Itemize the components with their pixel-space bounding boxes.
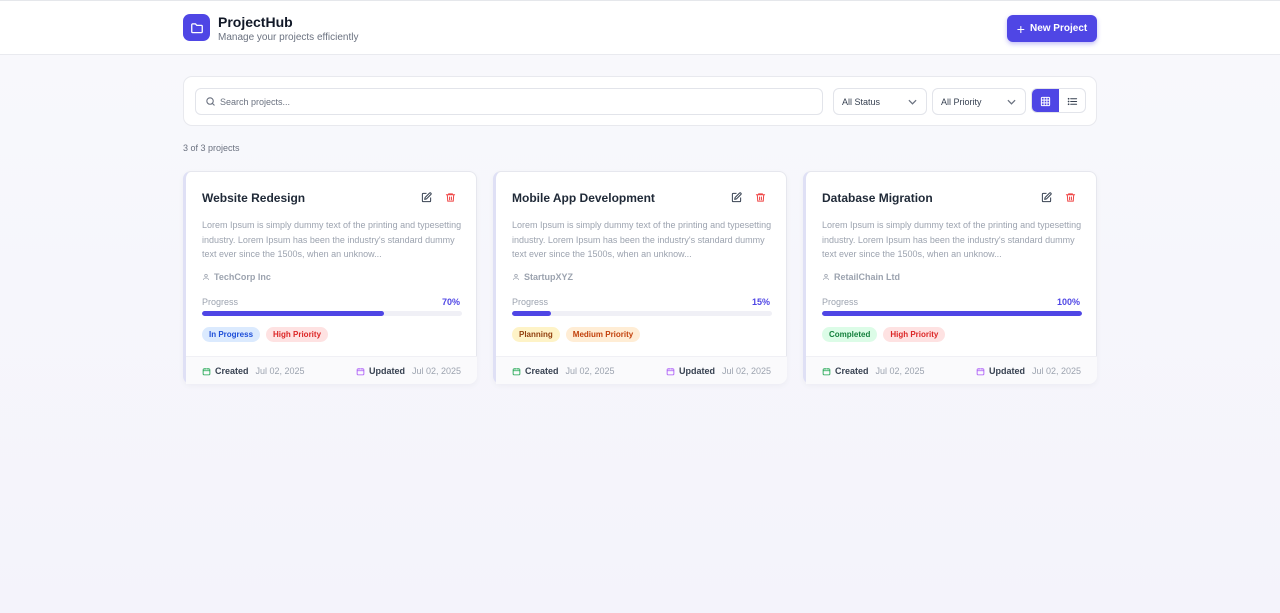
progress-bar [512,311,772,316]
search-icon [206,97,215,106]
status-badge: Planning [512,327,560,342]
app-title: ProjectHub [218,14,293,30]
progress-fill [512,311,551,316]
progress-label: Progress [822,297,859,307]
client-name: StartupXYZ [524,272,574,282]
user-icon [202,273,210,281]
status-badge: Completed [822,327,878,342]
progress-value: 100% [1056,297,1080,307]
priority-badge: High Priority [883,327,946,342]
updated-meta: Updated Jul 02, 2025 [356,366,461,376]
updated-date: Jul 02, 2025 [411,366,461,376]
calendar-icon [666,367,675,375]
status-select[interactable]: All Status [833,88,927,115]
updated-meta: Updated Jul 02, 2025 [666,366,771,376]
new-project-button[interactable]: + New Project [1007,15,1097,42]
progress-label: Progress [202,297,239,307]
created-date: Jul 02, 2025 [875,366,925,376]
grid-icon [1040,96,1051,107]
user-icon [822,273,830,281]
updated-meta: Updated Jul 02, 2025 [976,366,1081,376]
progress-bar [202,311,462,316]
list-icon [1067,97,1078,106]
created-meta: Created Jul 02, 2025 [512,366,615,376]
progress-bar [822,311,1082,316]
calendar-icon [822,367,831,375]
plus-icon: + [1016,20,1025,37]
project-client: RetailChain Ltd [822,272,900,282]
progress-fill [822,311,1082,316]
project-client: TechCorp Inc [202,272,271,282]
project-description: Lorem Ipsum is simply dummy text of the … [512,220,772,259]
updated-label: Updated [368,366,405,376]
client-name: TechCorp Inc [214,272,271,282]
filter-panel: All Status All Priority [183,76,1097,126]
edit-icon[interactable] [421,192,432,203]
created-label: Created [525,366,559,376]
project-description: Lorem Ipsum is simply dummy text of the … [202,220,462,259]
search-box[interactable] [195,88,823,115]
chevron-down-icon [908,99,917,105]
calendar-icon [202,367,211,375]
progress-fill [202,311,384,316]
priority-select-value: All Priority [941,97,982,107]
created-label: Created [215,366,249,376]
edit-icon[interactable] [731,192,742,203]
project-count: 3 of 3 projects [183,143,240,153]
chevron-down-icon [1007,99,1016,105]
status-badge: In Progress [202,327,261,342]
view-toggle [1031,88,1086,113]
project-title: Database Migration [822,191,933,205]
calendar-icon [512,367,521,375]
progress-value: 15% [751,297,770,307]
project-client: StartupXYZ [512,272,573,282]
card-footer: Created Jul 02, 2025 Updated Jul 02, 202… [186,356,477,384]
list-view-button[interactable] [1059,89,1085,112]
client-name: RetailChain Ltd [834,272,901,282]
progress-value: 70% [441,297,460,307]
project-title: Mobile App Development [512,191,655,205]
trash-icon[interactable] [1065,192,1076,203]
created-meta: Created Jul 02, 2025 [202,366,305,376]
created-meta: Created Jul 02, 2025 [822,366,925,376]
project-title: Website Redesign [202,191,306,205]
grid-view-button[interactable] [1032,89,1059,112]
project-description: Lorem Ipsum is simply dummy text of the … [822,220,1082,259]
updated-label: Updated [988,366,1025,376]
folder-icon [183,14,210,41]
created-label: Created [835,366,869,376]
status-select-value: All Status [842,97,881,107]
new-project-label: New Project [1029,23,1088,34]
updated-date: Jul 02, 2025 [721,366,771,376]
progress-label: Progress [512,297,549,307]
app-subtitle: Manage your projects efficiently [218,32,359,43]
priority-badge: Medium Priority [565,327,641,342]
edit-icon[interactable] [1041,192,1052,203]
updated-label: Updated [678,366,715,376]
trash-icon[interactable] [755,192,766,203]
priority-select[interactable]: All Priority [932,88,1026,115]
updated-date: Jul 02, 2025 [1031,366,1081,376]
project-card[interactable]: Mobile App Development Lorem Ipsum is si… [493,171,787,384]
priority-badge: High Priority [266,327,329,342]
search-input[interactable] [220,89,810,114]
app-header: ProjectHub Manage your projects efficien… [0,0,1280,55]
card-footer: Created Jul 02, 2025 Updated Jul 02, 202… [496,356,787,384]
calendar-icon [976,367,985,375]
calendar-icon [356,367,365,375]
created-date: Jul 02, 2025 [255,366,305,376]
project-card[interactable]: Website Redesign Lorem Ipsum is simply d… [183,171,477,384]
created-date: Jul 02, 2025 [565,366,615,376]
project-card[interactable]: Database Migration Lorem Ipsum is simply… [803,171,1097,384]
card-footer: Created Jul 02, 2025 Updated Jul 02, 202… [806,356,1097,384]
user-icon [512,273,520,281]
trash-icon[interactable] [445,192,456,203]
